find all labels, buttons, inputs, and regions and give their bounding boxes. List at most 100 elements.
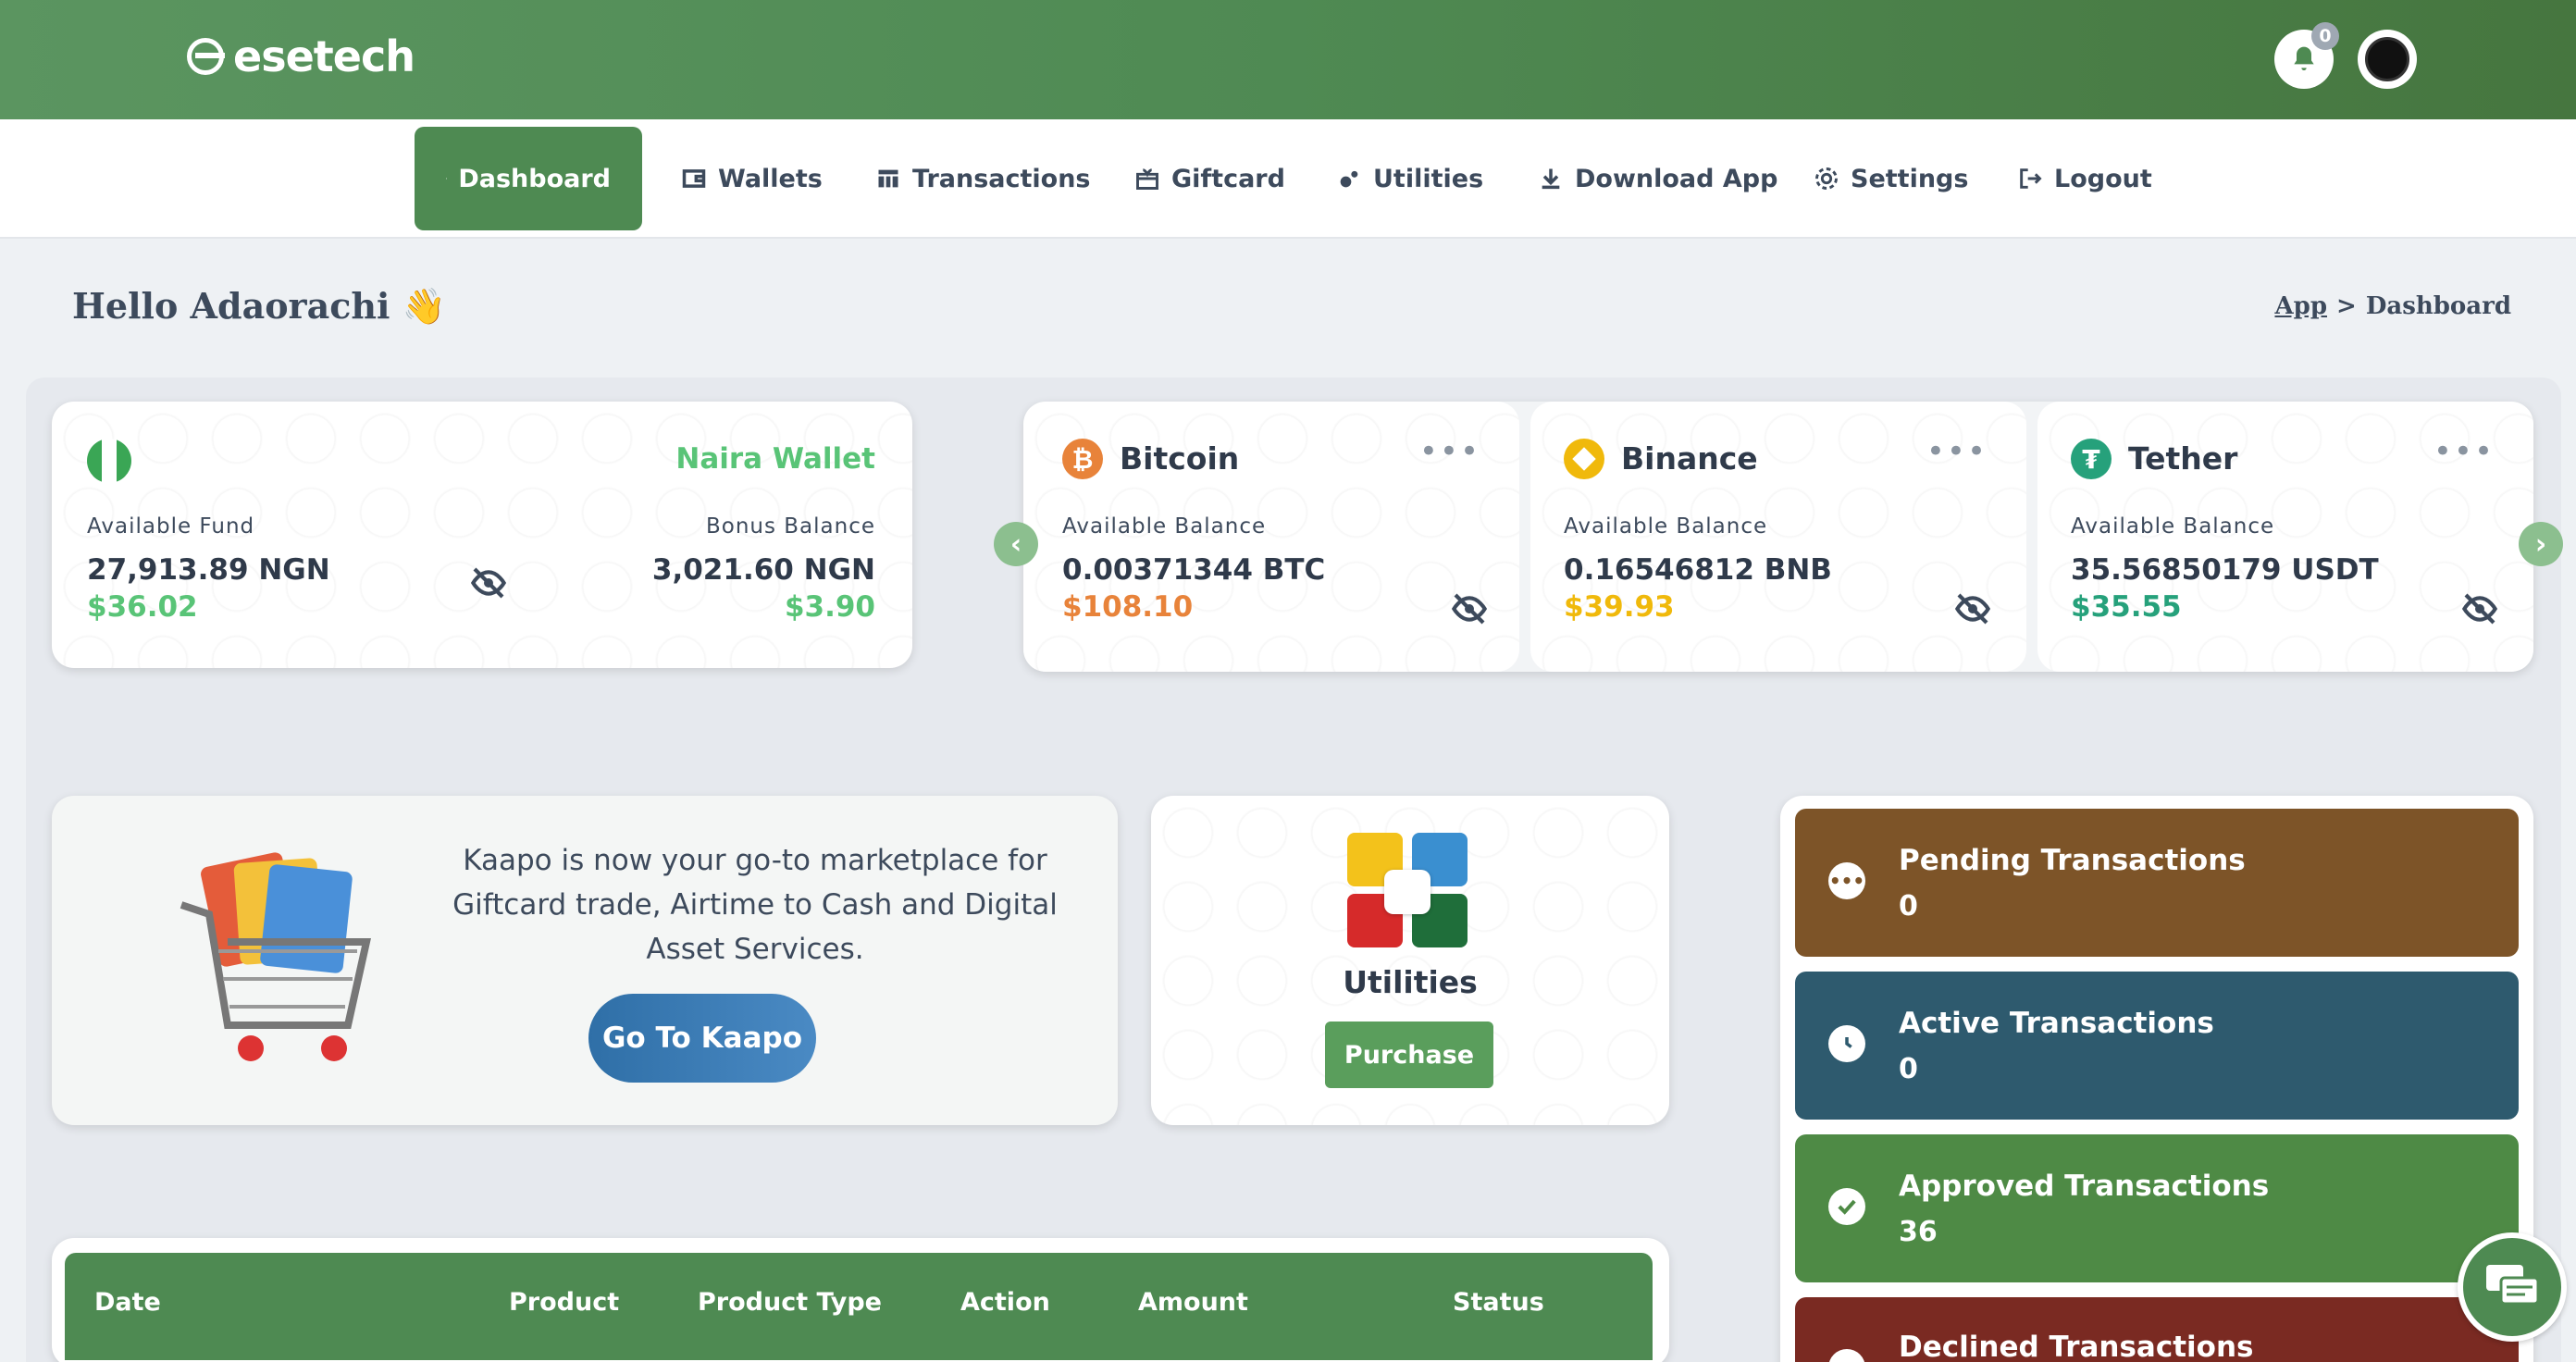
giftcard-icon <box>1136 168 1158 190</box>
brand-logo-icon <box>187 38 225 75</box>
breadcrumb: App > Dashboard <box>2274 292 2511 320</box>
greeting-text: Hello Adaorachi <box>72 285 390 327</box>
brand-name: esetech <box>233 31 415 81</box>
coin-amount: 35.56850179 USDT <box>2071 553 2379 587</box>
breadcrumb-separator: > <box>2336 292 2357 320</box>
column-header-action[interactable]: Action <box>960 1288 1050 1317</box>
coin-balance-label: Available Balance <box>2071 514 2275 539</box>
binance-card[interactable]: Binance ••• Available Balance 0.16546812… <box>1530 402 2026 672</box>
nav-wallets[interactable]: Wallets <box>650 127 854 230</box>
kaapo-description: Kaapo is now your go-to marketplace for … <box>452 844 1058 966</box>
avatar <box>2365 37 2409 81</box>
declined-transactions-card[interactable]: Declined Transactions <box>1795 1297 2519 1362</box>
utilities-logos-icon <box>1347 833 1471 951</box>
carousel-prev-button[interactable]: ‹ <box>994 522 1038 566</box>
column-header-product-type[interactable]: Product Type <box>698 1288 882 1317</box>
purchase-button[interactable]: Purchase <box>1325 1022 1493 1088</box>
nav-label: Transactions <box>912 164 1091 193</box>
nav-label: Giftcard <box>1171 164 1285 193</box>
transactions-table-header: Date Product Product Type Action Amount … <box>65 1253 1653 1360</box>
nav-giftcard[interactable]: Giftcard <box>1103 127 1317 230</box>
coin-balance-label: Available Balance <box>1062 514 1267 539</box>
bell-icon <box>2294 46 2314 70</box>
live-chat-button[interactable] <box>2458 1232 2567 1342</box>
hide-balance-icon[interactable] <box>2461 590 2498 627</box>
nav-label: Download App <box>1575 164 1778 193</box>
go-to-kaapo-button[interactable]: Go To Kaapo <box>588 994 816 1083</box>
status-title: Approved Transactions <box>1899 1170 2270 1203</box>
coin-usd: $108.10 <box>1062 590 1194 624</box>
clock-icon <box>1828 1025 1865 1062</box>
utilities-icon <box>1340 170 1358 188</box>
approved-transactions-card[interactable]: Approved Transactions 36 <box>1795 1134 2519 1282</box>
kaapo-promo-card: Kaapo is now your go-to marketplace for … <box>52 796 1118 1125</box>
status-count: 0 <box>1899 890 1918 922</box>
bonus-balance-amount: 3,021.60 NGN <box>651 553 875 587</box>
nav-settings[interactable]: Settings <box>1782 127 2000 230</box>
nav-label: Dashboard <box>458 164 611 193</box>
chevron-right-icon: › <box>2534 527 2547 561</box>
page-greeting: Hello Adaorachi 👋 <box>72 285 446 328</box>
main-nav: Dashboard Wallets Transactions Giftcard … <box>0 119 2576 239</box>
chat-icon <box>2486 1265 2540 1306</box>
close-circle-icon <box>1828 1349 1865 1362</box>
status-count: 0 <box>1899 1053 1918 1085</box>
nav-logout[interactable]: Logout <box>1986 127 2184 230</box>
breadcrumb-current: Dashboard <box>2365 292 2511 320</box>
ellipsis-icon: ••• <box>1828 862 1865 899</box>
naira-wallet-title: Naira Wallet <box>675 442 875 476</box>
status-title: Pending Transactions <box>1899 844 2246 877</box>
wave-emoji: 👋 <box>402 285 446 327</box>
tether-card[interactable]: ₮ Tether ••• Available Balance 35.568501… <box>2037 402 2533 672</box>
more-options-icon[interactable]: ••• <box>1419 433 1480 470</box>
nav-transactions[interactable]: Transactions <box>844 127 1122 230</box>
wallet-icon <box>682 169 706 188</box>
dashboard-icon <box>446 178 448 180</box>
hide-balance-icon[interactable] <box>470 564 507 601</box>
bonus-balance-usd: $3.90 <box>784 590 875 624</box>
shopping-cart-illustration <box>180 852 371 1061</box>
coin-usd: $39.93 <box>1564 590 1675 624</box>
nav-dashboard[interactable]: Dashboard <box>415 127 642 230</box>
nav-utilities[interactable]: Utilities <box>1305 127 1515 230</box>
gear-icon <box>1815 167 1838 190</box>
active-transactions-card[interactable]: Active Transactions 0 <box>1795 972 2519 1120</box>
user-avatar-button[interactable] <box>2358 30 2417 89</box>
pending-transactions-card[interactable]: ••• Pending Transactions 0 <box>1795 809 2519 957</box>
coin-balance-label: Available Balance <box>1564 514 1768 539</box>
coin-amount: 0.00371344 BTC <box>1062 553 1326 587</box>
column-header-amount[interactable]: Amount <box>1138 1288 1248 1317</box>
notification-button[interactable]: 0 <box>2274 22 2339 89</box>
hide-balance-icon[interactable] <box>1954 590 1991 627</box>
hide-balance-icon[interactable] <box>1451 590 1488 627</box>
coin-usd: $35.55 <box>2071 590 2182 624</box>
carousel-next-button[interactable]: › <box>2519 522 2563 566</box>
breadcrumb-app-link[interactable]: App <box>2274 292 2327 320</box>
notification-count-badge: 0 <box>2311 22 2339 50</box>
column-header-product[interactable]: Product <box>509 1288 619 1317</box>
coin-name: Binance <box>1621 440 1758 477</box>
nav-label: Wallets <box>718 164 823 193</box>
naira-wallet-card[interactable]: Naira Wallet Available Fund 27,913.89 NG… <box>52 402 912 668</box>
binance-icon <box>1564 439 1604 479</box>
column-header-status[interactable]: Status <box>1453 1288 1544 1317</box>
more-options-icon[interactable]: ••• <box>2434 433 2495 470</box>
column-header-date[interactable]: Date <box>94 1288 161 1317</box>
chevron-left-icon: ‹ <box>1009 527 1022 561</box>
top-bar: esetech 0 <box>0 0 2576 119</box>
status-title: Declined Transactions <box>1899 1331 2254 1362</box>
brand-logo[interactable]: esetech <box>187 31 415 81</box>
table-icon <box>878 169 898 188</box>
bitcoin-card[interactable]: ₿ Bitcoin ••• Available Balance 0.003713… <box>1023 402 1519 672</box>
status-count: 36 <box>1899 1216 1938 1248</box>
coin-name: Bitcoin <box>1120 440 1240 477</box>
bitcoin-icon: ₿ <box>1062 439 1103 479</box>
more-options-icon[interactable]: ••• <box>1926 433 1988 470</box>
status-title: Active Transactions <box>1899 1007 2214 1040</box>
nav-download-app[interactable]: Download App <box>1506 127 1809 230</box>
nav-label: Logout <box>2054 164 2152 193</box>
check-circle-icon <box>1828 1188 1865 1225</box>
tether-icon: ₮ <box>2071 439 2112 479</box>
utilities-title: Utilities <box>1343 964 1478 1000</box>
nav-label: Settings <box>1851 164 1969 193</box>
